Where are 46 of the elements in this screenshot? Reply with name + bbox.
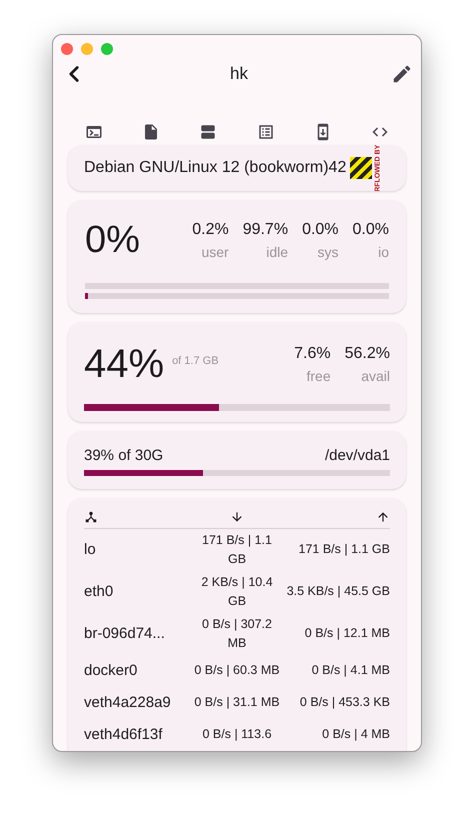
upload-rate: 0 B/s | 4.1 MB — [310, 662, 390, 679]
upload-rate: 0 B/s | 4 MB — [321, 726, 390, 743]
download-rate: 0 B/s | 31.1 MB — [193, 694, 281, 711]
cpu-stat-label: user — [201, 243, 229, 262]
download-rate: 0 B/s | 307.2 MB — [201, 616, 273, 652]
download-rate: 171 B/s | 1.1 GB — [201, 532, 273, 568]
interface-name: br-096d74... — [84, 624, 166, 643]
os-name: Debian GNU/Linux 12 (bookworm)42 — [84, 158, 346, 178]
upload-rate: 0 B/s | 12.1 MB — [304, 625, 390, 642]
cpu-usage: 0% — [85, 221, 140, 259]
download-arrow-icon — [230, 510, 244, 524]
cpu-stat-value: 0.0% — [302, 220, 339, 240]
cpu-stat-value: 99.7% — [242, 220, 288, 240]
memory-stat-value: 56.2% — [344, 344, 390, 364]
interface-name: veth4a228a9 — [84, 693, 172, 712]
upload-arrow-icon — [376, 510, 390, 524]
terminal-icon[interactable] — [85, 123, 103, 141]
memory-stat-label: free — [306, 367, 331, 386]
disk-device: /dev/vda1 — [324, 446, 390, 466]
interface-name: docker0 — [84, 661, 138, 680]
cpu-stat-label: idle — [266, 243, 288, 262]
interface-name: eth0 — [84, 582, 114, 601]
download-rate: 2 KB/s | 10.4 GB — [200, 574, 274, 610]
memory-stat-value: 7.6% — [294, 344, 331, 364]
table-icon[interactable] — [256, 123, 275, 141]
overflow-stripe-icon — [350, 157, 372, 179]
network-icon — [84, 510, 98, 524]
upload-rate: 171 B/s | 1.1 GB — [298, 541, 390, 558]
memory-usage: 44% — [84, 344, 164, 384]
upload-rate: 0 B/s | 453.3 KB — [298, 694, 390, 711]
window-title: hk — [230, 63, 248, 86]
cpu-stat-value: 0.2% — [192, 220, 229, 240]
edit-button[interactable] — [391, 63, 413, 85]
cpu-stat-label: sys — [318, 243, 339, 262]
storage-icon[interactable] — [199, 123, 218, 141]
close-window-button[interactable] — [61, 43, 73, 55]
interface-name: veth4d6f13f — [84, 725, 164, 744]
cpu-stat-label: io — [378, 243, 389, 262]
cpu-stat-value: 0.0% — [352, 220, 389, 240]
download-rate: 0 B/s | 113.6 — [201, 726, 273, 743]
interface-name: lo — [84, 540, 97, 559]
disk-usage: 39% of 30G — [84, 446, 164, 466]
memory-total: of 1.7 GB — [172, 354, 219, 369]
download-rate: 0 B/s | 60.3 MB — [193, 662, 281, 679]
memory-stat-label: avail — [361, 367, 390, 386]
upload-rate: 3.5 KB/s | 45.5 GB — [286, 583, 390, 600]
